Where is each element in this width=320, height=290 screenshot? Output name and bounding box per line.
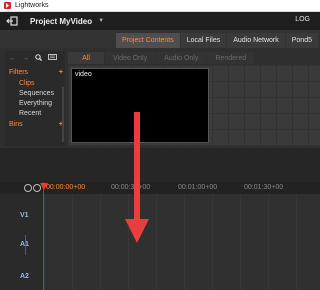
exit-icon[interactable] bbox=[5, 14, 19, 28]
track-area[interactable] bbox=[44, 194, 320, 290]
zoom-in-icon[interactable] bbox=[24, 184, 32, 192]
timeline-toolbar-area bbox=[0, 148, 320, 182]
browser-sidebar: ← → Filters + Clips Sequences Everything… bbox=[5, 51, 65, 146]
panel-tabs: Project Contents Local Files Audio Netwo… bbox=[0, 30, 320, 48]
sidebar-item-everything[interactable]: Everything bbox=[19, 100, 52, 107]
tab-pond5[interactable]: Pond5 bbox=[285, 33, 318, 48]
sidebar-item-recent[interactable]: Recent bbox=[19, 110, 41, 117]
content-filter-tabs: All Video Only Audio Only Rendered bbox=[68, 52, 320, 64]
search-icon[interactable] bbox=[35, 53, 43, 63]
track-headers: V1 A1 A2 bbox=[0, 194, 44, 290]
timecode-label: 00:01:00+00 bbox=[178, 184, 218, 191]
tab-audio-network[interactable]: Audio Network bbox=[227, 33, 285, 48]
tab-project-contents[interactable]: Project Contents bbox=[116, 33, 180, 48]
tab-rendered[interactable]: Rendered bbox=[207, 52, 255, 64]
tab-local-files[interactable]: Local Files bbox=[180, 33, 227, 48]
clip-grid: video bbox=[68, 65, 320, 146]
clip-label: video bbox=[75, 71, 92, 78]
audio-link-line bbox=[25, 235, 26, 255]
playhead[interactable] bbox=[43, 182, 44, 290]
sidebar-nav: ← → bbox=[9, 53, 65, 63]
timecode-label: 00:01:30+00 bbox=[244, 184, 284, 191]
sidebar-item-clips[interactable]: Clips bbox=[19, 80, 35, 87]
filters-label: Filters bbox=[9, 69, 29, 76]
project-title[interactable]: Project MyVideo bbox=[30, 17, 92, 26]
filters-header: Filters + bbox=[9, 69, 63, 76]
bins-header: Bins + bbox=[9, 121, 63, 128]
track-label-a2[interactable]: A2 bbox=[20, 273, 29, 280]
window-title-bar: Lightworks bbox=[0, 0, 320, 12]
content-browser: ← → Filters + Clips Sequences Everything… bbox=[0, 48, 320, 148]
keyboard-icon[interactable] bbox=[48, 54, 57, 62]
timecode-label: 00:00:00+00 bbox=[46, 184, 86, 191]
forward-arrow-icon[interactable]: → bbox=[22, 55, 29, 62]
window-title: Lightworks bbox=[15, 2, 49, 9]
sidebar-item-sequences[interactable]: Sequences bbox=[19, 90, 54, 97]
timeline: 00:00:00+00 00:00:30+00 00:01:00+00 00:0… bbox=[0, 182, 320, 290]
track-label-v1[interactable]: V1 bbox=[20, 212, 29, 219]
annotation-arrow-down-icon bbox=[125, 219, 149, 243]
add-filter-button[interactable]: + bbox=[59, 69, 63, 76]
back-arrow-icon[interactable]: ← bbox=[9, 55, 16, 62]
timecode-label: 00:00:30+00 bbox=[111, 184, 151, 191]
tab-audio-only[interactable]: Audio Only bbox=[156, 52, 207, 64]
app-header: Project MyVideo ▼ LOG bbox=[0, 12, 320, 30]
bins-label: Bins bbox=[9, 121, 23, 128]
tab-all[interactable]: All bbox=[68, 52, 104, 64]
playhead-marker-icon[interactable] bbox=[40, 183, 48, 190]
clip-tile[interactable]: video bbox=[71, 68, 209, 143]
annotation-arrow-shaft bbox=[134, 112, 140, 220]
tab-video-only[interactable]: Video Only bbox=[105, 52, 156, 64]
timeline-ruler[interactable]: 00:00:00+00 00:00:30+00 00:01:00+00 00:0… bbox=[0, 182, 320, 194]
project-menu-chevron-icon[interactable]: ▼ bbox=[98, 18, 104, 24]
lightworks-logo-icon bbox=[4, 2, 11, 9]
log-button[interactable]: LOG bbox=[295, 16, 310, 23]
sidebar-scrollbar[interactable] bbox=[62, 87, 64, 142]
